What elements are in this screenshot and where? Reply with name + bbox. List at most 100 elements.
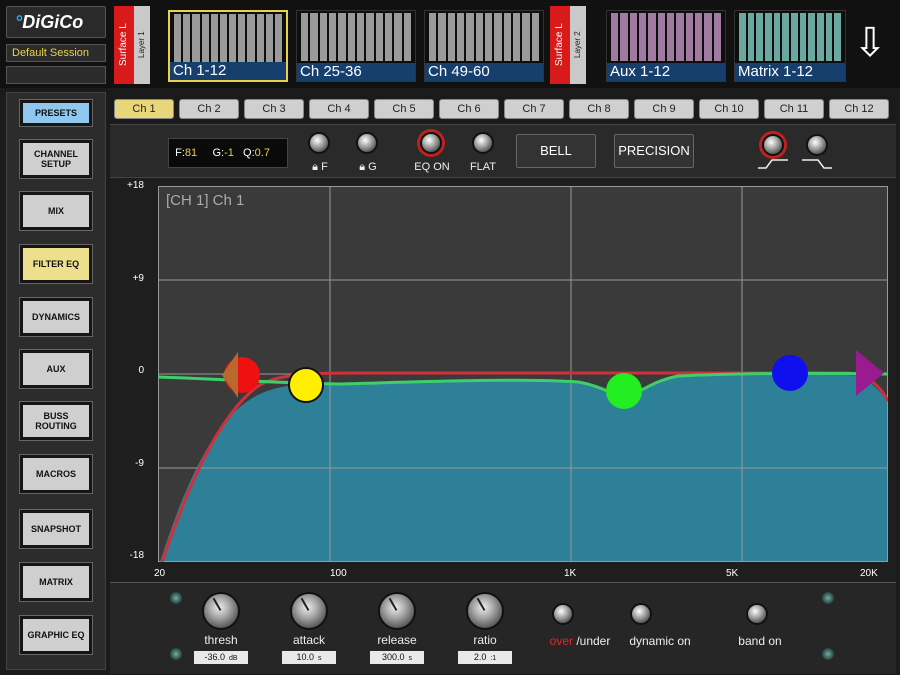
dynamic-on-button[interactable]: [630, 603, 652, 625]
low-shelf-icon: [758, 159, 788, 169]
nav-presets-button[interactable]: PRESETS: [19, 99, 93, 127]
nav-buss-routing-button[interactable]: BUSS ROUTING: [19, 401, 93, 441]
ratio-value-box[interactable]: 2.0:1: [458, 651, 512, 664]
y-tick: +9: [132, 273, 144, 284]
flat-label: FLAT: [469, 161, 497, 173]
nav-mix-button[interactable]: MIX: [19, 191, 93, 231]
eq-graph[interactable]: [158, 186, 888, 562]
nav-dynamics-button[interactable]: DYNAMICS: [19, 297, 93, 337]
attack-knob[interactable]: [290, 592, 328, 630]
attack-label: attack: [292, 633, 325, 647]
bank-ch-49-60[interactable]: Ch 49-60: [424, 10, 544, 82]
y-tick: 0: [138, 365, 144, 376]
g-value: -1: [224, 147, 234, 159]
flat-button[interactable]: [472, 132, 494, 154]
precision-button[interactable]: PRECISION: [614, 134, 694, 168]
bank-ch-25-36[interactable]: Ch 25-36: [296, 10, 416, 82]
fgq-readout: F:81 G:-1 Q:0.7: [168, 138, 288, 168]
nav-graphic-eq-button[interactable]: GRAPHIC EQ: [19, 615, 93, 655]
nav-aux-button[interactable]: AUX: [19, 349, 93, 389]
lock-f-button[interactable]: [308, 132, 330, 154]
tab-ch-8[interactable]: Ch 8: [569, 99, 629, 119]
tab-ch-9[interactable]: Ch 9: [634, 99, 694, 119]
attack-unit: s: [318, 655, 322, 662]
y-tick: -18: [129, 550, 144, 561]
nav-matrix-button[interactable]: MATRIX: [19, 562, 93, 602]
session-blank-field: [6, 66, 106, 84]
band-4-handle[interactable]: [772, 355, 808, 391]
lock-g-button[interactable]: [356, 132, 378, 154]
attack-value-box[interactable]: 10.0 s: [282, 651, 336, 664]
tab-ch-2[interactable]: Ch 2: [179, 99, 239, 119]
bank-aux-1-12[interactable]: Aux 1-12: [606, 10, 726, 82]
high-shelf-button[interactable]: [806, 134, 828, 156]
nav-channel-setup-button[interactable]: CHANNEL SETUP: [19, 139, 93, 179]
tab-ch-7[interactable]: Ch 7: [504, 99, 564, 119]
over-text: over: [549, 634, 573, 648]
f-label: F:: [175, 147, 185, 159]
release-value-box[interactable]: 300.0 s: [370, 651, 424, 664]
lock-g-label: 🔒︎ G: [359, 161, 377, 173]
tab-ch-11[interactable]: Ch 11: [764, 99, 824, 119]
band-on-label: band on: [738, 634, 782, 648]
bank-label: Ch 25-36: [297, 63, 415, 81]
tab-ch-12[interactable]: Ch 12: [829, 99, 889, 119]
y-tick: +18: [127, 180, 144, 191]
bank-matrix-1-12[interactable]: Matrix 1-12: [734, 10, 846, 82]
thresh-knob[interactable]: [202, 592, 240, 630]
bank-strips: [739, 13, 842, 61]
bank-strips: [429, 13, 539, 61]
tab-ch-5[interactable]: Ch 5: [374, 99, 434, 119]
x-tick: 20K: [860, 568, 878, 579]
nav-snapshot-button[interactable]: SNAPSHOT: [19, 509, 93, 549]
tab-ch-1[interactable]: Ch 1: [114, 99, 174, 119]
ratio-value: 2.0: [473, 652, 487, 662]
bank-label: Matrix 1-12: [735, 63, 845, 81]
screw-icon: [170, 648, 182, 660]
nav-macros-button[interactable]: MACROS: [19, 454, 93, 494]
ratio-knob[interactable]: [466, 592, 504, 630]
release-knob[interactable]: [378, 592, 416, 630]
screw-icon: [822, 648, 834, 660]
band-3-handle[interactable]: [606, 373, 642, 409]
bank-strips: [301, 13, 411, 61]
layer-tag-2: Layer 2: [570, 6, 586, 84]
eq-on-button[interactable]: [420, 132, 442, 154]
layer-tag-1: Layer 1: [134, 6, 150, 84]
under-text: /under: [572, 634, 611, 648]
band-on-button[interactable]: [746, 603, 768, 625]
y-tick: -9: [135, 458, 144, 469]
tab-ch-6[interactable]: Ch 6: [439, 99, 499, 119]
bank-strips: [611, 13, 721, 61]
surface-tag: Surface L: [114, 6, 134, 84]
low-shelf-button[interactable]: [762, 134, 784, 156]
thresh-label: thresh: [204, 633, 238, 647]
over-under-button[interactable]: [552, 603, 574, 625]
nav-filter-eq-button[interactable]: FILTER EQ: [19, 244, 93, 284]
x-tick: 100: [330, 568, 347, 579]
release-label: release: [377, 633, 417, 647]
band-2-handle[interactable]: [288, 367, 324, 403]
session-name[interactable]: Default Session: [6, 44, 106, 62]
eq-on-label: EQ ON: [414, 161, 450, 173]
ratio-label: ratio: [473, 633, 497, 647]
dynamic-on-label: dynamic on: [629, 634, 691, 648]
q-label: Q:: [243, 147, 255, 159]
bank-ch-1-12[interactable]: Ch 1-12: [168, 10, 288, 82]
x-tick: 20: [154, 568, 166, 579]
scroll-down-arrow-icon[interactable]: ⇩: [848, 18, 892, 68]
ratio-unit: :1: [490, 655, 497, 662]
bank-strips: [174, 14, 283, 62]
tab-ch-10[interactable]: Ch 10: [699, 99, 759, 119]
tab-ch-3[interactable]: Ch 3: [244, 99, 304, 119]
lock-f-text: F: [321, 161, 328, 173]
bank-label: Aux 1-12: [607, 63, 725, 81]
screw-icon: [170, 592, 182, 604]
bell-button[interactable]: BELL: [516, 134, 596, 168]
tab-ch-4[interactable]: Ch 4: [309, 99, 369, 119]
release-value: 300.0: [381, 652, 405, 662]
lock-g-text: G: [368, 161, 377, 173]
bank-label: Ch 49-60: [425, 63, 543, 81]
thresh-value-box[interactable]: -36.0 dB: [194, 651, 248, 664]
high-shelf-icon: [802, 159, 832, 169]
